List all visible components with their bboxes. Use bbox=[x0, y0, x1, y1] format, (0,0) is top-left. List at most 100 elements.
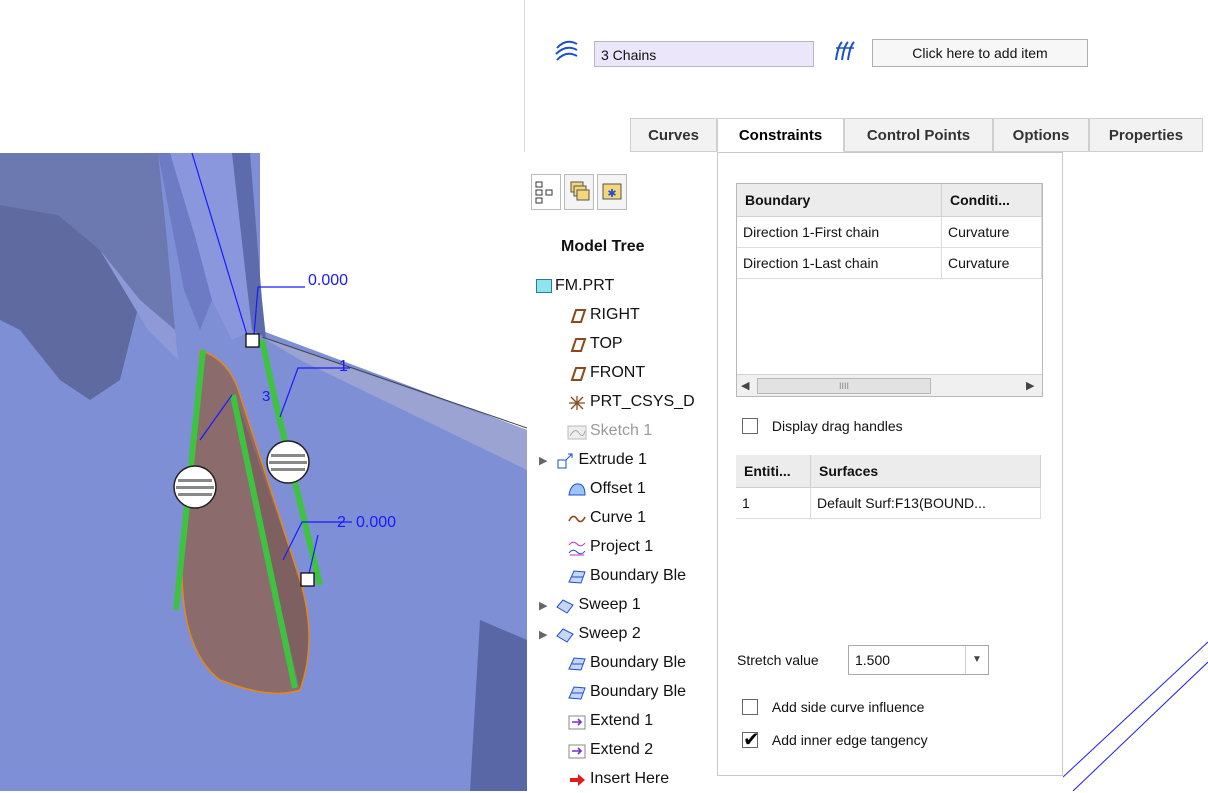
project-icon bbox=[567, 538, 587, 556]
model-tree-panel: ✱ Model Tree FM.PRT RIGHT TOP FRONT PRT_… bbox=[527, 156, 717, 791]
curve-icon bbox=[567, 509, 587, 527]
sweep-icon bbox=[555, 596, 575, 614]
tree-item-sweep-2[interactable]: ▶ Sweep 2 bbox=[539, 619, 729, 648]
layers-icon bbox=[570, 181, 590, 201]
checkbox-label: Add inner edge tangency bbox=[771, 732, 928, 749]
background-graphics bbox=[1063, 641, 1208, 791]
tree-item-fm-prt[interactable]: FM.PRT bbox=[536, 271, 726, 300]
offset-icon bbox=[567, 480, 587, 498]
boundary-cell[interactable]: Direction 1-Last chain bbox=[737, 247, 942, 279]
boundary-table: Boundary Conditi... Direction 1-First ch… bbox=[736, 183, 1043, 397]
boundary-blend-icon bbox=[567, 654, 587, 672]
chain-label-2: 2 bbox=[337, 514, 346, 531]
surfaces-column-header[interactable]: Surfaces bbox=[810, 455, 1041, 488]
tab-curves[interactable]: Curves bbox=[630, 118, 717, 152]
display-drag-handles-checkbox[interactable]: Display drag handles bbox=[742, 417, 903, 435]
checkbox-label: Add side curve influence bbox=[771, 699, 925, 716]
boundary-column-header[interactable]: Boundary bbox=[737, 184, 942, 217]
tree-item-extrude-1[interactable]: ▶ Extrude 1 bbox=[539, 445, 729, 474]
coordinate-system-icon bbox=[567, 393, 587, 411]
scroll-left-icon[interactable]: ◀ bbox=[741, 379, 749, 392]
tree-item-label: TOP bbox=[590, 335, 623, 352]
expand-arrow-icon[interactable]: ▶ bbox=[539, 600, 547, 612]
model-surfaces bbox=[0, 153, 527, 791]
dropdown-arrow-icon[interactable]: ▼ bbox=[965, 646, 988, 674]
folder-star-icon: ✱ bbox=[602, 183, 622, 200]
tree-structure-icon bbox=[535, 181, 553, 204]
stretch-value-label: Stretch value bbox=[737, 652, 819, 668]
tree-item-label: Insert Here bbox=[590, 770, 670, 787]
checkbox-box[interactable] bbox=[742, 699, 758, 716]
surface-cell[interactable]: Default Surf:F13(BOUND... bbox=[810, 487, 1041, 519]
tree-tab-favorites[interactable]: ✱ bbox=[597, 174, 627, 210]
tree-item-label: Project 1 bbox=[590, 538, 654, 555]
datum-plane-icon bbox=[567, 306, 587, 324]
tree-item-label: Extrude 1 bbox=[578, 451, 647, 468]
tree-item-label: RIGHT bbox=[590, 306, 640, 323]
stretch-value-text[interactable]: 1.500 bbox=[855, 652, 890, 668]
checkbox-box[interactable] bbox=[742, 727, 760, 752]
tab-properties[interactable]: Properties bbox=[1089, 118, 1203, 152]
tab-options[interactable]: Options bbox=[993, 118, 1089, 152]
boundary-blend-dashboard: 3 Chains Click here to add item Curves C… bbox=[524, 0, 1208, 152]
tree-item-label: Boundary Ble bbox=[590, 567, 687, 584]
tree-item-label: Extend 2 bbox=[590, 741, 654, 758]
condition-cell[interactable]: Curvature bbox=[941, 247, 1042, 279]
datum-plane-icon bbox=[567, 335, 587, 353]
first-direction-collector[interactable]: 3 Chains bbox=[594, 41, 814, 67]
surfaces-table: Entiti... Surfaces 1 Default Surf:F13(BO… bbox=[736, 455, 1043, 519]
tree-tab-layers[interactable] bbox=[564, 174, 594, 210]
insert-arrow-icon bbox=[567, 770, 587, 788]
checkbox-label: Display drag handles bbox=[771, 418, 903, 435]
tree-item-label: Boundary Ble bbox=[590, 654, 687, 671]
sketch-icon bbox=[567, 422, 587, 440]
table-row[interactable]: 1 Default Surf:F13(BOUND... bbox=[736, 487, 1041, 519]
chain-label-1: 1 bbox=[339, 358, 348, 375]
tab-constraints[interactable]: Constraints bbox=[717, 118, 844, 152]
boundary-blend-icon bbox=[567, 683, 587, 701]
table-row[interactable]: Direction 1-Last chain Curvature bbox=[737, 247, 1042, 279]
extend-icon bbox=[567, 712, 587, 730]
graphics-viewport[interactable]: 0.000 1 3 2 0.000 bbox=[0, 153, 527, 791]
boundary-blend-icon bbox=[567, 567, 587, 585]
add-inner-edge-checkbox[interactable]: Add inner edge tangency bbox=[742, 727, 928, 752]
second-direction-icon[interactable] bbox=[832, 38, 858, 64]
expand-arrow-icon[interactable]: ▶ bbox=[539, 455, 547, 467]
first-direction-icon[interactable] bbox=[554, 38, 580, 64]
dimension-label-top[interactable]: 0.000 bbox=[308, 272, 348, 290]
model-tree-title: Model Tree bbox=[561, 238, 645, 255]
table-row[interactable]: Direction 1-First chain Curvature bbox=[737, 216, 1042, 248]
extend-icon bbox=[567, 741, 587, 759]
part-icon bbox=[536, 278, 552, 293]
scroll-right-icon[interactable]: ▶ bbox=[1026, 379, 1034, 392]
boundary-cell[interactable]: Direction 1-First chain bbox=[737, 216, 942, 248]
add-side-curve-checkbox[interactable]: Add side curve influence bbox=[742, 698, 925, 716]
datum-plane-icon bbox=[567, 364, 587, 382]
extrude-icon bbox=[555, 451, 575, 469]
checkbox-box[interactable] bbox=[742, 418, 758, 435]
tree-tab-model[interactable] bbox=[531, 174, 561, 210]
entity-cell[interactable]: 1 bbox=[736, 487, 811, 519]
tree-item-sweep-1[interactable]: ▶ Sweep 1 bbox=[539, 590, 729, 619]
dimension-label-mid[interactable]: 0.000 bbox=[356, 514, 396, 532]
tree-item-label: PRT_CSYS_D bbox=[590, 393, 695, 410]
entities-column-header[interactable]: Entiti... bbox=[736, 455, 811, 488]
horizontal-scrollbar[interactable]: ◀ IIII ▶ bbox=[737, 374, 1042, 396]
constraints-panel: Boundary Conditi... Direction 1-First ch… bbox=[717, 152, 1063, 776]
condition-column-header[interactable]: Conditi... bbox=[941, 184, 1042, 217]
condition-cell[interactable]: Curvature bbox=[941, 216, 1042, 248]
tree-item-label: Boundary Ble bbox=[590, 683, 687, 700]
tree-item-label: Sweep 2 bbox=[578, 625, 641, 642]
sweep-icon bbox=[555, 625, 575, 643]
svg-text:✱: ✱ bbox=[607, 187, 616, 200]
tree-item-label: Curve 1 bbox=[590, 509, 647, 526]
tree-item-label: Extend 1 bbox=[590, 712, 654, 729]
tree-item-label: FM.PRT bbox=[555, 277, 615, 294]
second-direction-collector[interactable]: Click here to add item bbox=[872, 39, 1088, 67]
tree-item-label: Sketch 1 bbox=[590, 422, 653, 439]
stretch-value-combobox[interactable]: 1.500 ▼ bbox=[848, 645, 989, 675]
expand-arrow-icon[interactable]: ▶ bbox=[539, 629, 547, 641]
chain-label-3: 3 bbox=[262, 388, 271, 405]
tab-control-points[interactable]: Control Points bbox=[844, 118, 993, 152]
scroll-thumb[interactable]: IIII bbox=[757, 378, 931, 394]
